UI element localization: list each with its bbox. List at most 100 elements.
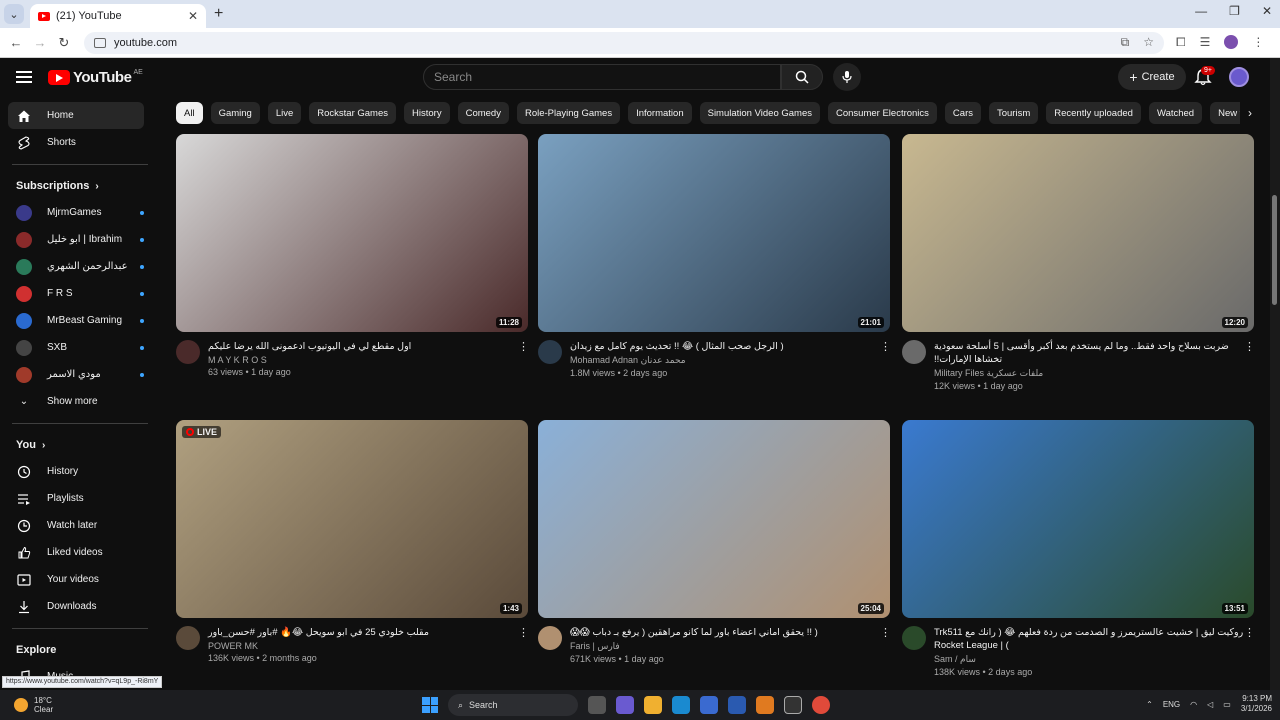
voice-search-button[interactable] (833, 63, 861, 91)
video-card[interactable]: 13:51 روكيت ليق | خشيت عالستريمرز و الصدم… (902, 420, 1255, 677)
filter-chip[interactable]: History (404, 102, 450, 124)
taskbar-search[interactable]: ⌕ Search (448, 694, 578, 716)
video-thumbnail[interactable]: LIVE 1:43 (176, 420, 528, 618)
search-button[interactable] (781, 64, 823, 90)
video-title[interactable]: اول مقطع لي في اليوتيوب ادعمونى الله يرض… (208, 340, 518, 353)
video-card[interactable]: 25:04 ( !! يحقق اماني اعضاء باور لما كانو… (538, 420, 891, 664)
more-options-icon[interactable]: ⋮ (1244, 340, 1255, 391)
extensions-icon[interactable]: ⧠ (1176, 35, 1186, 50)
filter-chip[interactable]: All (176, 102, 203, 124)
url-field[interactable]: youtube.com ⧉ ☆ (84, 31, 1164, 54)
scrollbar-thumb[interactable] (1272, 195, 1277, 305)
tab-close-icon[interactable]: ✕ (188, 9, 198, 23)
video-title[interactable]: ( الرجل صحب المثال ) 😂 !! تحديث يوم كامل… (570, 340, 880, 353)
sidebar-item-subscription[interactable]: F R S (8, 280, 144, 307)
more-options-icon[interactable]: ⋮ (880, 626, 891, 664)
cast-icon[interactable]: ⧉ (1121, 35, 1130, 50)
filter-chip[interactable]: Comedy (457, 102, 509, 124)
you-heading[interactable]: You › (0, 432, 160, 458)
filter-chip[interactable]: Simulation Video Games (699, 102, 820, 124)
channel-avatar[interactable] (176, 340, 200, 364)
sidebar-item-subscription[interactable]: ابو خليل | Ibrahim (8, 226, 144, 253)
forward-icon[interactable]: → (28, 35, 52, 50)
search-input[interactable]: Search (423, 64, 781, 90)
close-window-icon[interactable]: ✕ (1262, 4, 1272, 18)
filter-chip[interactable]: Watched (1148, 102, 1203, 124)
sidebar-item-subscription[interactable]: SXB (8, 334, 144, 361)
more-options-icon[interactable]: ⋮ (518, 626, 529, 663)
scrollbar[interactable] (1270, 58, 1280, 690)
channel-avatar[interactable] (538, 340, 562, 364)
sidebar-item-subscription[interactable]: مودي الاسمر (8, 361, 144, 388)
chips-next-arrow-icon[interactable]: › (1240, 102, 1260, 124)
video-title[interactable]: ضربت بسلاح واحد فقط.. وما لم يستخدم بعد … (934, 340, 1244, 366)
video-thumbnail[interactable]: 25:04 (538, 420, 890, 618)
menu-icon[interactable] (16, 68, 32, 86)
video-thumbnail[interactable]: 13:51 (902, 420, 1254, 618)
tray-chevron-icon[interactable]: ⌃ (1146, 700, 1153, 709)
sidebar-item-your-videos[interactable]: Your videos (8, 566, 144, 593)
task-view-icon[interactable] (588, 696, 606, 714)
filter-chip[interactable]: Rockstar Games (309, 102, 397, 124)
video-thumbnail[interactable]: 11:28 (176, 134, 528, 332)
channel-avatar[interactable] (176, 626, 200, 650)
more-options-icon[interactable]: ⋮ (880, 340, 891, 378)
filter-chip[interactable]: Recently uploaded (1046, 102, 1141, 124)
tab-search-icon[interactable]: ⌄ (4, 4, 24, 24)
channel-name[interactable]: POWER MK (208, 641, 518, 651)
sidebar-item-playlists[interactable]: Playlists (8, 485, 144, 512)
wifi-icon[interactable]: ◠ (1190, 700, 1197, 709)
channel-name[interactable]: M A Y K R O S (208, 355, 518, 365)
back-icon[interactable]: ← (4, 35, 28, 50)
video-card[interactable]: LIVE 1:43 مقلب خلودي 25 في ابو سويحل 😂🔥 #ب… (176, 420, 529, 663)
sidebar-item-subscription[interactable]: MjrmGames (8, 199, 144, 226)
volume-icon[interactable]: ◁ (1207, 700, 1213, 709)
language-indicator[interactable]: ENG (1163, 700, 1180, 709)
chrome-icon[interactable] (812, 696, 830, 714)
sidebar-item-subscription[interactable]: عبدالرحمن الشهري (8, 253, 144, 280)
sidebar-item-download[interactable]: Downloads (8, 593, 144, 620)
file-explorer-icon[interactable] (644, 696, 662, 714)
video-card[interactable]: 12:20 ضربت بسلاح واحد فقط.. وما لم يستخدم… (902, 134, 1255, 391)
channel-name[interactable]: Sam / سام (934, 654, 1244, 665)
sidebar-item-history[interactable]: History (8, 458, 144, 485)
more-options-icon[interactable]: ⋮ (518, 340, 529, 377)
filter-chip[interactable]: Live (267, 102, 302, 124)
filter-chip[interactable]: Information (628, 102, 692, 124)
channel-avatar[interactable] (902, 340, 926, 364)
channel-name[interactable]: Military Files ملفات عسكرية (934, 368, 1244, 379)
video-thumbnail[interactable]: 12:20 (902, 134, 1254, 332)
browser-menu-icon[interactable]: ⋮ (1252, 35, 1264, 50)
reading-list-icon[interactable]: ☰ (1200, 35, 1211, 50)
filter-chip[interactable]: Role-Playing Games (516, 102, 621, 124)
show-more-button[interactable]: ⌄ Show more (8, 388, 144, 415)
sidebar-item-subscription[interactable]: MrBeast Gaming (8, 307, 144, 334)
account-avatar[interactable] (1229, 67, 1249, 87)
subscriptions-heading[interactable]: Subscriptions › (0, 173, 160, 199)
restore-icon[interactable]: ❐ (1229, 4, 1240, 18)
sidebar-item-watch-later[interactable]: Watch later (8, 512, 144, 539)
minimize-icon[interactable]: — (1195, 4, 1207, 18)
new-tab-button[interactable]: + (214, 5, 223, 23)
video-title[interactable]: ( !! يحقق اماني اعضاء باور لما كانو مراه… (570, 626, 880, 639)
filter-chip[interactable]: Tourism (988, 102, 1039, 124)
filter-chip[interactable]: Cars (944, 102, 981, 124)
video-title[interactable]: مقلب خلودي 25 في ابو سويحل 😂🔥 #باور #حسن… (208, 626, 518, 639)
browser-tab[interactable]: (21) YouTube ✕ (30, 4, 206, 28)
channel-avatar[interactable] (902, 626, 926, 650)
video-card[interactable]: 21:01 ( الرجل صحب المثال ) 😂 !! تحديث يوم… (538, 134, 891, 378)
openai-icon[interactable] (784, 696, 802, 714)
mail-icon[interactable] (728, 696, 746, 714)
video-title[interactable]: روكيت ليق | خشيت عالستريمرز و الصدمت من … (934, 626, 1244, 652)
channel-avatar[interactable] (538, 626, 562, 650)
edge-icon[interactable] (672, 696, 690, 714)
profile-icon[interactable] (1224, 35, 1239, 49)
weather-widget[interactable]: 18°C Clear (14, 696, 53, 714)
filter-chip[interactable]: Consumer Electronics (828, 102, 937, 124)
filter-chip[interactable]: Gaming (210, 102, 260, 124)
clock[interactable]: 9:13 PM 3/1/2026 (1241, 694, 1272, 714)
youtube-logo[interactable]: YouTube AE (48, 69, 143, 86)
battery-icon[interactable]: ▭ (1223, 700, 1231, 709)
sidebar-item-like[interactable]: Liked videos (8, 539, 144, 566)
channel-name[interactable]: Faris | فارس (570, 641, 880, 652)
